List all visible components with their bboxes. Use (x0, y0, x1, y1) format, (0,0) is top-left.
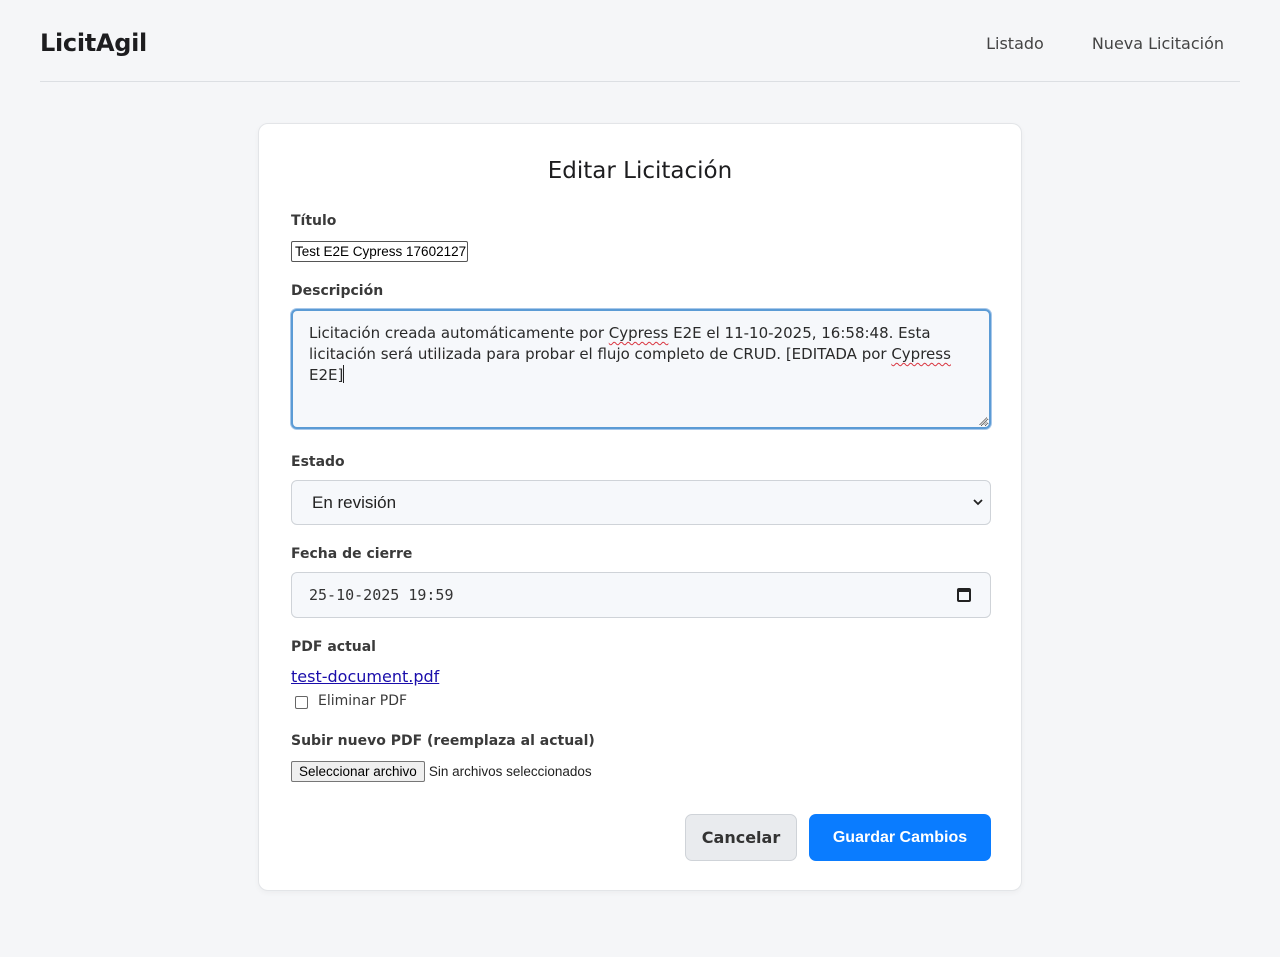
brand-logo[interactable]: LicitAgil (40, 29, 147, 57)
eliminar-pdf-row[interactable]: Eliminar PDF (291, 693, 407, 709)
fecha-cierre-input[interactable]: 25-10-2025 19:59 (291, 572, 991, 618)
resize-handle-icon[interactable] (979, 417, 987, 425)
descripcion-textarea[interactable]: Licitación creada automáticamente por Cy… (291, 309, 991, 429)
eliminar-pdf-checkbox[interactable] (295, 695, 308, 709)
chevron-down-icon (972, 481, 984, 541)
nav-nueva-licitacion[interactable]: Nueva Licitación (1092, 34, 1224, 53)
text-caret (343, 365, 345, 383)
descripcion-misspelled-1: Cypress (608, 324, 669, 342)
cancel-button[interactable]: Cancelar (685, 814, 797, 861)
page-title: Editar Licitación (547, 158, 733, 184)
descripcion-label: Descripción (291, 283, 384, 299)
save-button[interactable]: Guardar Cambios (809, 814, 991, 861)
descripcion-text-3: E2E] (309, 366, 344, 384)
estado-label: Estado (291, 454, 345, 470)
top-bar: LicitAgil Listado Nueva Licitación (40, 0, 1240, 82)
fecha-cierre-label: Fecha de cierre (291, 546, 413, 562)
select-file-button[interactable]: Seleccionar archivo (291, 761, 425, 782)
descripcion-text-1: Licitación creada automáticamente por (309, 324, 609, 342)
subir-pdf-label: Subir nuevo PDF (reemplaza al actual) (291, 733, 595, 749)
descripcion-misspelled-2: Cypress (891, 345, 951, 363)
calendar-icon[interactable] (957, 588, 971, 602)
file-upload: Seleccionar archivo Sin archivos selecci… (291, 761, 592, 782)
nav-listado[interactable]: Listado (986, 34, 1044, 53)
titulo-label: Título (291, 213, 337, 229)
estado-select[interactable]: En revisión (291, 480, 991, 525)
fecha-cierre-value: 25-10-2025 19:59 (309, 586, 454, 604)
eliminar-pdf-label[interactable]: Eliminar PDF (318, 693, 407, 709)
pdf-file-link[interactable]: test-document.pdf (291, 667, 439, 686)
pdf-actual-label: PDF actual (291, 639, 376, 655)
main-nav: Listado Nueva Licitación (986, 34, 1224, 53)
edit-form-card: Editar Licitación Título Test E2E Cypres… (258, 123, 1022, 891)
titulo-input[interactable]: Test E2E Cypress 17602127 (291, 241, 468, 262)
file-status-text: Sin archivos seleccionados (428, 764, 592, 779)
estado-selected-value: En revisión (312, 493, 397, 512)
